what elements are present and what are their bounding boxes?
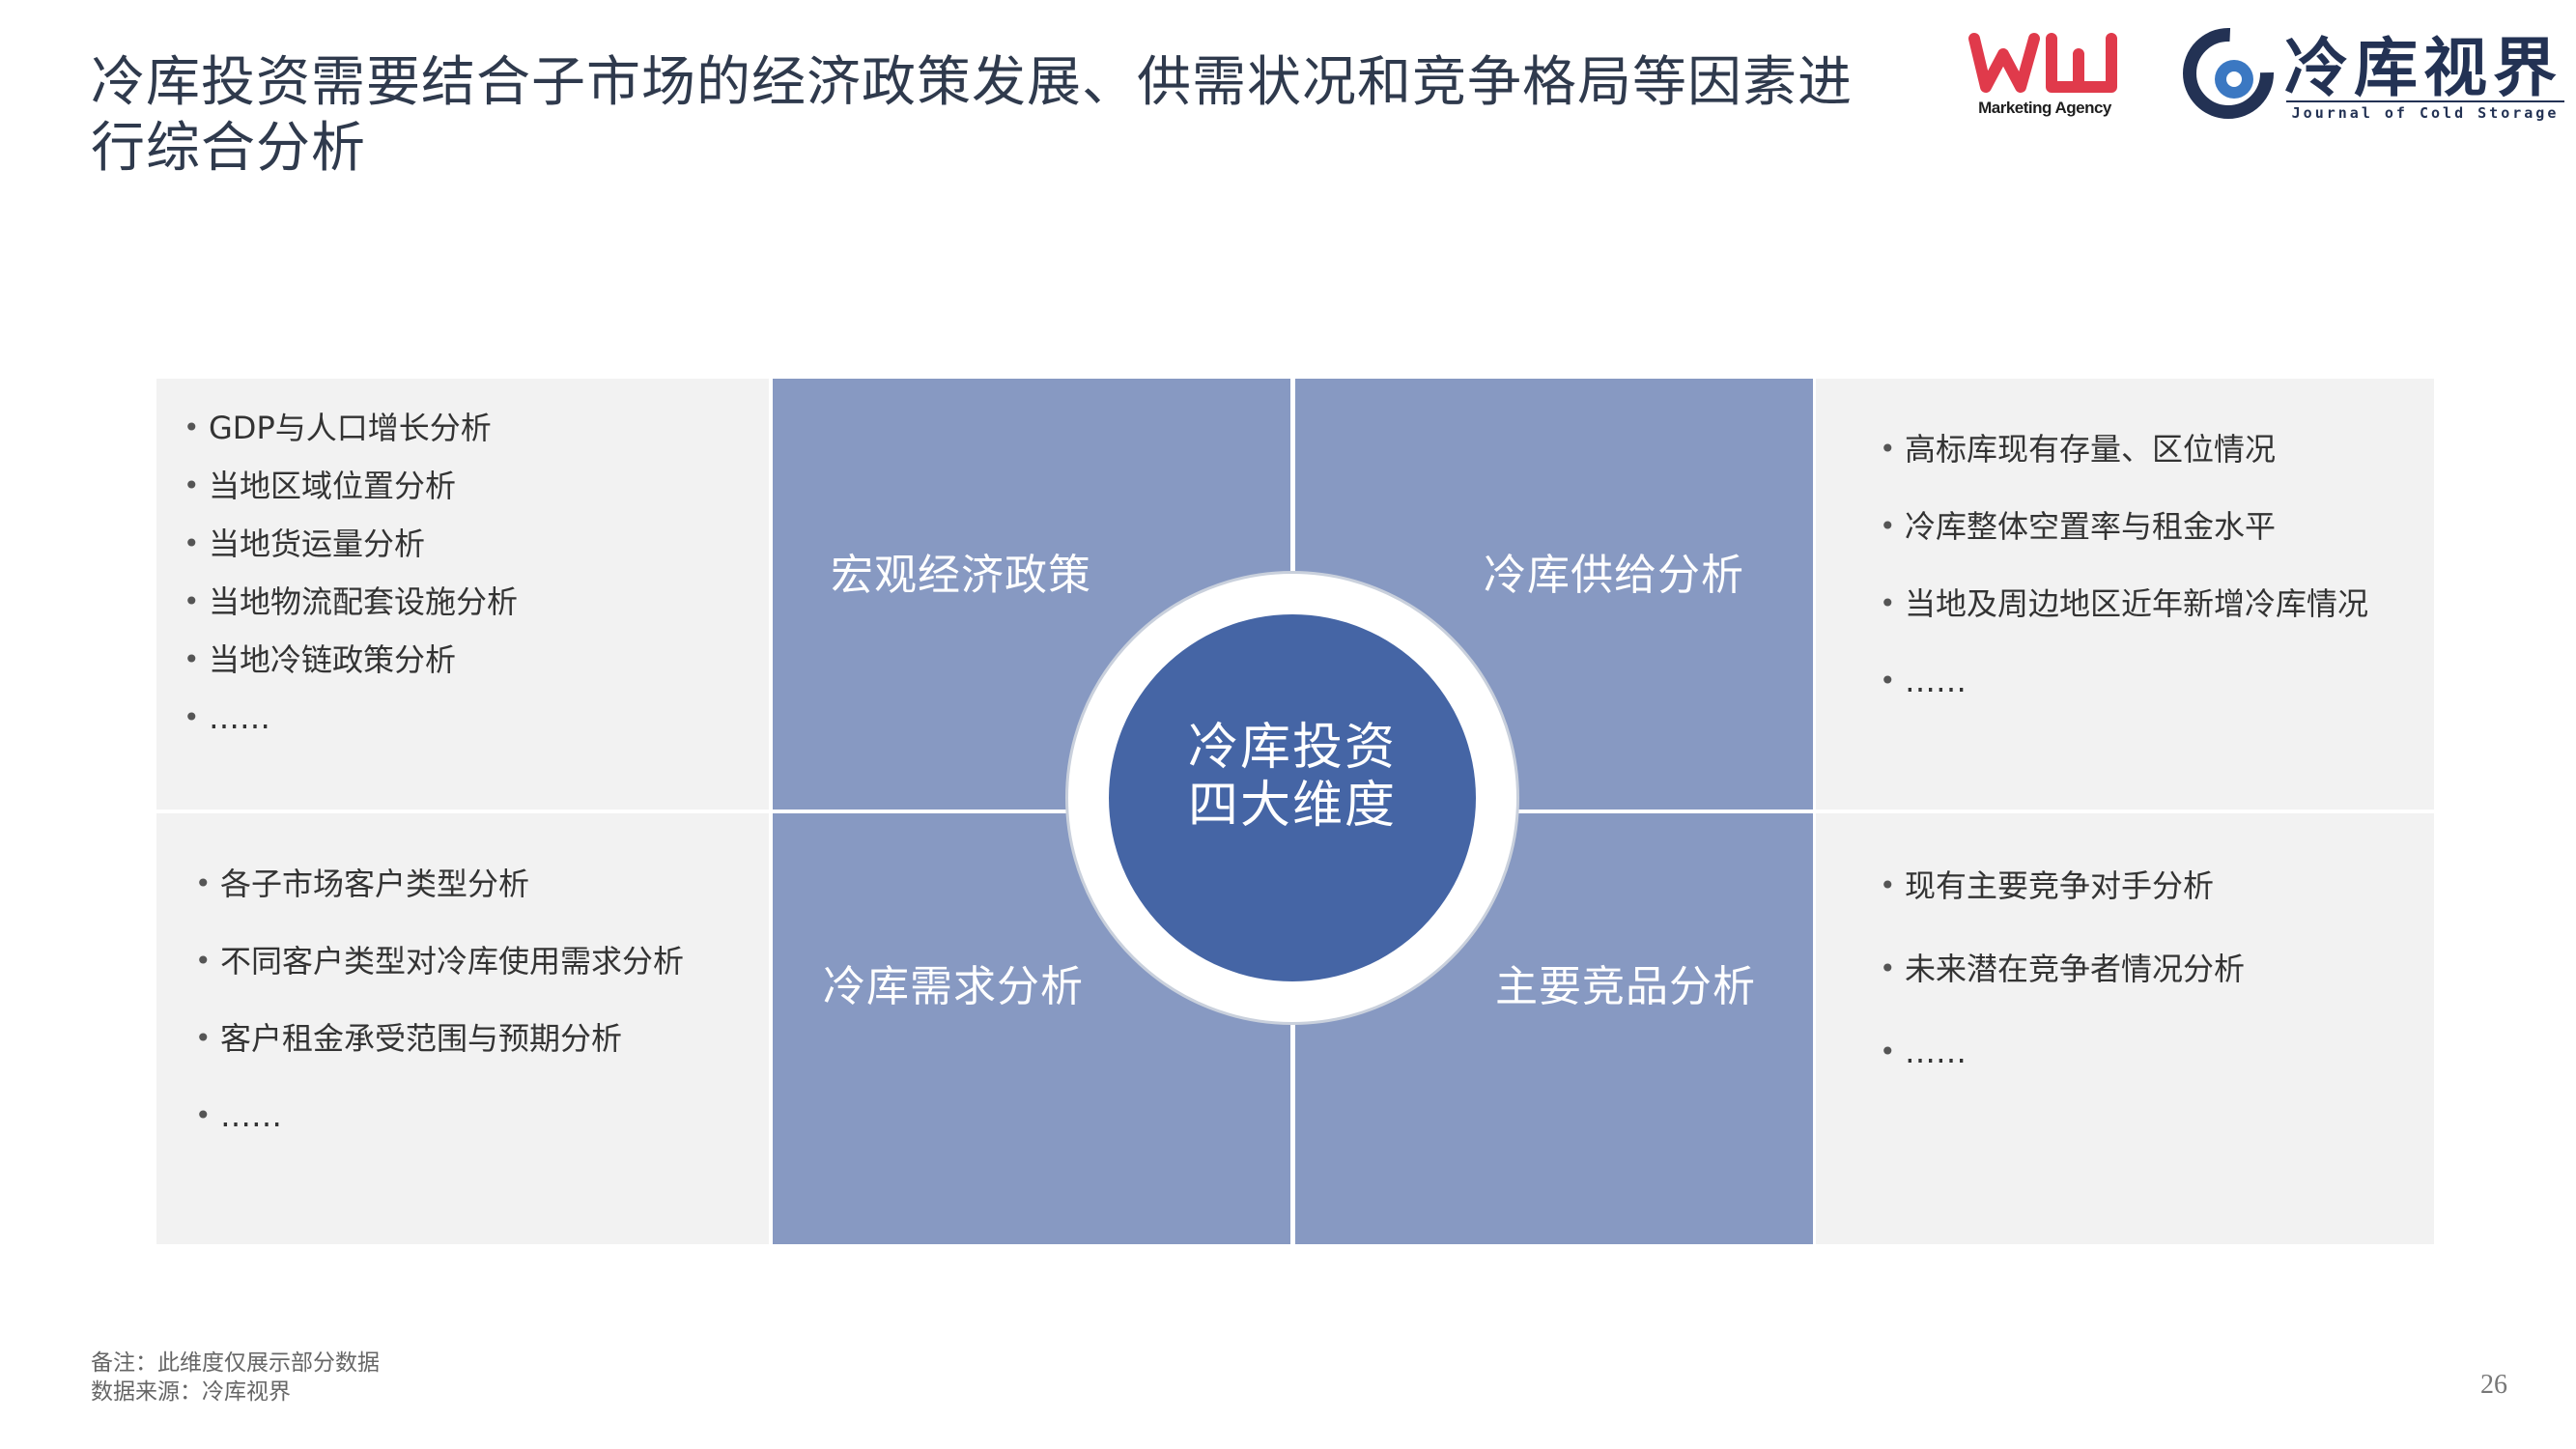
list-item: • GDP与人口增长分析 (184, 404, 518, 462)
list-item: •…… (1880, 1028, 2245, 1111)
list-item: • 当地物流配套设施分析 (184, 578, 518, 636)
wj-logo-caption: Marketing Agency (1978, 99, 2111, 117)
jcs-swirl-icon (2183, 28, 2274, 119)
bullet-dot: • (1880, 1036, 1896, 1067)
list-item: • 当地区域位置分析 (184, 462, 518, 520)
list-item: • 未来潜在竞争者情况分析 (1880, 945, 2245, 1028)
supply-list: • 高标库现有存量、区位情况 • 冷库整体空置率与租金水平 • 当地及周边地区近年新增… (1880, 425, 2368, 734)
bullet-dot: • (184, 585, 200, 617)
journal-cold-storage-logo: 冷库视界 Journal of Cold Storage (2178, 23, 2564, 124)
bullet-dot: • (1880, 510, 1896, 542)
list-item: • 高标库现有存量、区位情况 (1880, 425, 2368, 502)
bullet-dot: • (195, 1022, 212, 1054)
quadrant-label-competition: 主要竞品分析 (1495, 962, 1756, 1011)
list-item: • 现有主要竞争对手分析 (1880, 862, 2245, 945)
page-title: 冷库投资需要结合子市场的经济政策发展、供需状况和竞争格局等因素进行综合分析 (91, 51, 1853, 180)
footnote-note: 备注：此维度仅展示部分数据 (91, 1350, 380, 1376)
list-item: • 当地冷链政策分析 (184, 636, 518, 694)
bullet-dot: • (184, 412, 200, 443)
bullet-dot: • (195, 945, 212, 977)
quadrant-label-supply: 冷库供给分析 (1484, 551, 1744, 600)
list-item: • 不同客户类型对冷库使用需求分析 (195, 937, 684, 1014)
list-item: • 当地货运量分析 (184, 520, 518, 578)
bullet-dot: • (1880, 869, 1896, 901)
bullet-dot: • (1880, 433, 1896, 465)
list-item: •…… (195, 1092, 684, 1169)
wj-marketing-logo: Marketing Agency (1967, 25, 2123, 126)
bullet-dot: • (1880, 587, 1896, 619)
bullet-dot: • (184, 527, 200, 559)
bullet-dot: • (184, 643, 200, 675)
center-label-line-2: 四大维度 (1187, 777, 1397, 835)
macro-economy-list: • GDP与人口增长分析 • 当地区域位置分析 • 当地货运量分析 • 当地物流配套设施… (184, 404, 518, 752)
jcs-logo-chinese: 冷库视界 (2284, 30, 2562, 105)
bullet-dot: • (184, 469, 200, 501)
list-item: •…… (1880, 657, 2368, 734)
list-item: • 客户租金承受范围与预期分析 (195, 1014, 684, 1092)
jcs-logo-english: Journal of Cold Storage (2286, 100, 2564, 122)
list-item: • 冷库整体空置率与租金水平 (1880, 502, 2368, 580)
list-item: •…… (184, 694, 518, 752)
page-number: 26 (2480, 1370, 2507, 1400)
bullet-dot: • (195, 867, 212, 899)
bullet-dot: • (195, 1099, 212, 1131)
list-item: • 各子市场客户类型分析 (195, 860, 684, 937)
wj-logo-mark-icon (1968, 33, 2117, 93)
demand-list: • 各子市场客户类型分析 • 不同客户类型对冷库使用需求分析 • 客户租金承受范围与预… (195, 860, 684, 1169)
footnote: 备注：此维度仅展示部分数据 数据来源：冷库视界 (91, 1349, 380, 1406)
center-label: 冷库投资 四大维度 (1109, 719, 1476, 835)
list-item: • 当地及周边地区近年新增冷库情况 (1880, 580, 2368, 657)
bullet-dot: • (1880, 952, 1896, 984)
center-label-line-1: 冷库投资 (1187, 719, 1397, 777)
quadrant-label-demand: 冷库需求分析 (823, 962, 1084, 1011)
quadrant-label-macro: 宏观经济政策 (831, 551, 1091, 600)
bullet-dot: • (184, 701, 200, 733)
bullet-dot: • (1880, 665, 1896, 696)
competition-list: • 现有主要竞争对手分析 • 未来潜在竞争者情况分析 •…… (1880, 862, 2245, 1111)
footnote-source: 数据来源：冷库视界 (91, 1379, 291, 1405)
